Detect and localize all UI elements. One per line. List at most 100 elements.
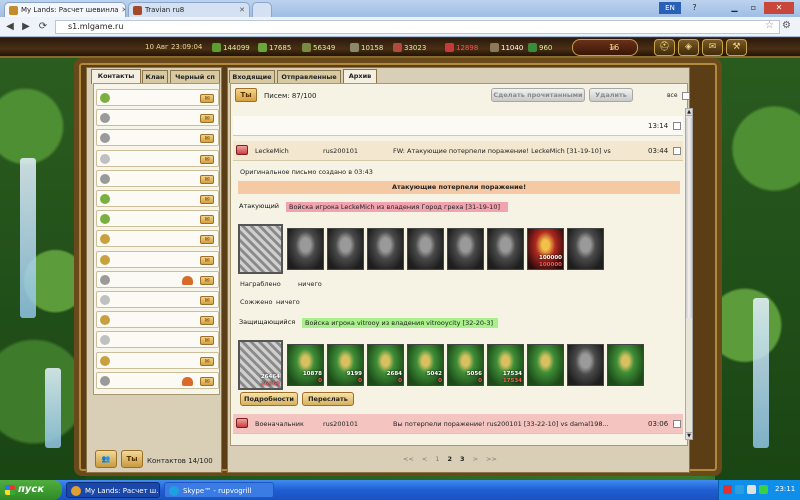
send-mail-icon[interactable]: ✉ [200, 94, 214, 103]
messages-badge[interactable]: ☠ 16 [572, 39, 638, 56]
tray-app-icon[interactable] [723, 485, 732, 494]
unit-portrait[interactable] [407, 228, 444, 270]
send-mail-icon[interactable]: ✉ [200, 195, 214, 204]
close-icon[interactable]: ✕ [239, 6, 245, 14]
unit-portrait[interactable] [447, 228, 484, 270]
unit-portrait[interactable]: 10878 0 [287, 344, 324, 386]
message-checkbox[interactable] [673, 122, 681, 130]
contact-row[interactable]: ✉ [96, 371, 219, 389]
help-icon[interactable]: ? [686, 2, 703, 14]
contact-row[interactable]: ✉ [96, 210, 219, 228]
unit-portrait[interactable] [327, 228, 364, 270]
contact-row[interactable]: ✉ [96, 291, 219, 308]
scrollbar-thumb[interactable] [686, 118, 692, 318]
mark-read-button[interactable]: Сделать прочитанными [491, 88, 585, 102]
pager-prev[interactable]: < [422, 455, 427, 463]
pager-next[interactable]: > [473, 455, 478, 463]
contact-row[interactable]: ✉ [96, 89, 219, 106]
unit-portrait[interactable]: 17534 17534 [487, 344, 524, 386]
volume-icon[interactable] [747, 485, 756, 494]
contact-row[interactable]: ✉ [96, 311, 219, 329]
wrench-menu-icon[interactable]: ⚙ [782, 20, 791, 31]
browser-tab-travian[interactable]: Travian ru8 ✕ [128, 2, 250, 17]
maximize-icon[interactable]: ▫ [745, 2, 762, 14]
unit-portrait[interactable] [567, 344, 604, 386]
scroll-down-icon[interactable]: ▼ [685, 432, 693, 440]
bookmark-star-icon[interactable]: ☆ [765, 20, 774, 31]
add-contact-button[interactable]: 👥 [95, 450, 117, 468]
send-mail-icon[interactable]: ✉ [200, 376, 214, 386]
contact-row[interactable]: ✉ [96, 331, 219, 349]
hero-portrait[interactable] [238, 224, 283, 274]
delete-button[interactable]: Удалить [589, 88, 633, 102]
forward-button[interactable]: Переслать [302, 392, 354, 406]
url-input[interactable]: s1.mlgame.ru [55, 20, 780, 34]
unit-portrait[interactable]: 5042 0 [407, 344, 444, 386]
send-mail-icon[interactable]: ✉ [200, 134, 214, 144]
tray-app-icon[interactable] [735, 485, 744, 494]
contact-row[interactable]: ✉ [96, 351, 219, 369]
tab-clan[interactable]: Клан [142, 70, 168, 83]
close-icon[interactable]: ✕ [122, 6, 125, 14]
unit-portrait[interactable] [527, 344, 564, 386]
unit-portrait[interactable] [287, 228, 324, 270]
send-mail-icon[interactable]: ✉ [200, 215, 214, 225]
send-mail-icon[interactable]: ✉ [200, 296, 214, 305]
tab-sent[interactable]: Отправленные [277, 70, 341, 83]
contact-row[interactable]: ✉ [96, 149, 219, 167]
unit-portrait[interactable] [367, 228, 404, 270]
helmet-icon[interactable]: ⛑ [654, 39, 675, 56]
minimize-icon[interactable]: ▁ [726, 2, 743, 14]
pager-page-current[interactable]: 2 [448, 455, 453, 463]
contact-row[interactable]: ✉ [96, 250, 219, 268]
contact-row[interactable]: ✉ [96, 169, 219, 187]
unit-portrait[interactable] [567, 228, 604, 270]
message-row[interactable]: Военачальник rus200101 Вы потерпели пора… [233, 414, 683, 434]
start-button[interactable]: пуск [0, 480, 62, 500]
send-mail-icon[interactable]: ✉ [200, 356, 214, 366]
pager-page[interactable]: 1 [435, 455, 439, 463]
send-mail-icon[interactable]: ✉ [200, 336, 214, 346]
contact-row[interactable]: ✉ [96, 230, 219, 248]
send-mail-icon[interactable]: ✉ [200, 235, 214, 245]
unit-portrait[interactable]: 9199 0 [327, 344, 364, 386]
language-indicator[interactable]: EN [659, 2, 681, 14]
tab-archive[interactable]: Архив [343, 69, 377, 84]
unit-portrait[interactable] [487, 228, 524, 270]
send-mail-icon[interactable]: ✉ [200, 154, 214, 164]
tab-inbox[interactable]: Входящие [229, 70, 275, 83]
send-mail-icon[interactable]: ✉ [200, 114, 214, 124]
tab-contacts[interactable]: Контакты [91, 69, 141, 84]
contact-row[interactable]: ✉ [96, 109, 219, 127]
send-mail-icon[interactable]: ✉ [200, 174, 214, 184]
browser-tab-mylands[interactable]: My Lands: Расчет шевинла ✕ [4, 2, 126, 17]
contact-row[interactable]: ✉ [96, 190, 219, 207]
contact-row[interactable]: ✉ [96, 129, 219, 147]
details-button[interactable]: Подробности [240, 392, 298, 406]
unit-portrait[interactable]: 5056 0 [447, 344, 484, 386]
message-checkbox[interactable] [673, 147, 681, 155]
new-tab-button[interactable] [252, 2, 272, 17]
hero-portrait[interactable]: 26464 26464 [238, 340, 283, 390]
send-mail-icon[interactable]: ✉ [200, 316, 214, 326]
taskbar-item-browser[interactable]: My Lands: Расчет ш... [66, 482, 160, 498]
scroll-up-icon[interactable]: ▲ [685, 108, 693, 116]
unit-portrait[interactable] [607, 344, 644, 386]
send-mail-icon[interactable]: ✉ [200, 275, 214, 285]
unit-portrait[interactable]: 100000 100000 [527, 228, 564, 270]
scroll-icon[interactable]: ✉ [702, 39, 723, 56]
unit-portrait[interactable]: 2684 0 [367, 344, 404, 386]
message-row[interactable]: 13:14 [233, 116, 683, 136]
select-all-checkbox[interactable] [682, 92, 690, 100]
pager-first[interactable]: << [403, 455, 414, 463]
reload-icon[interactable]: ⟳ [36, 20, 50, 34]
mail-icon-button[interactable]: Ты [235, 88, 257, 102]
send-mail-icon[interactable]: ✉ [200, 255, 214, 265]
taskbar-item-skype[interactable]: Skype™ - rupvogrill [164, 482, 274, 498]
window-close-icon[interactable]: ✕ [764, 2, 794, 14]
message-checkbox[interactable] [673, 420, 681, 428]
pager-page[interactable]: 3 [460, 455, 465, 463]
network-icon[interactable] [759, 485, 768, 494]
contact-row[interactable]: ✉ [96, 270, 219, 288]
forward-icon[interactable]: ▶ [19, 20, 33, 34]
